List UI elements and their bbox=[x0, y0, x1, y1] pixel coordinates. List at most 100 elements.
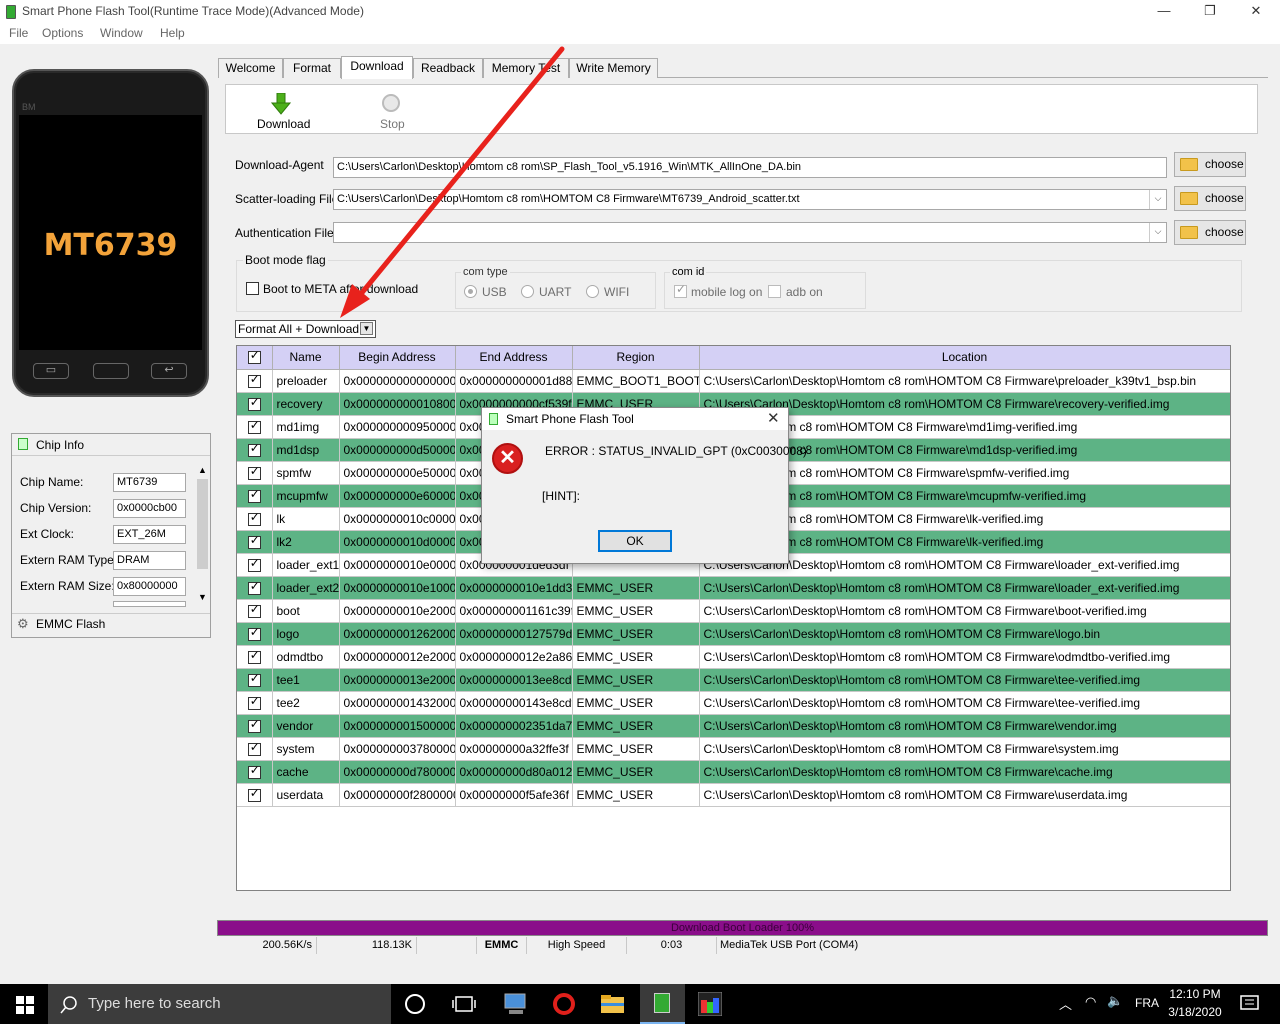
table-row[interactable]: ✓ odmdtbo 0x0000000012e20000 0x0000000012e2… bbox=[237, 645, 1230, 669]
table-row[interactable]: ✓ system 0x0000000037800000 0x00000000a32ff… bbox=[237, 737, 1230, 761]
row-checkbox[interactable]: ✓ bbox=[247, 694, 261, 710]
mode-select[interactable]: Format All + Download bbox=[235, 320, 376, 338]
uart-radio[interactable] bbox=[521, 285, 534, 298]
tab-download[interactable]: Download bbox=[341, 56, 413, 79]
table-row[interactable]: ✓ loader_ext2 0x0000000010e10000 0x00000000… bbox=[237, 576, 1230, 600]
auth-field[interactable] bbox=[333, 222, 1167, 243]
table-row[interactable]: ✓ cache 0x00000000d7800000 0x00000000d80a01… bbox=[237, 760, 1230, 784]
table-row[interactable]: ✓ tee2 0x0000000014320000 0x00000000143e8cd… bbox=[237, 691, 1230, 715]
row-checkbox-cell[interactable]: ✓ bbox=[237, 530, 273, 554]
wifi-icon[interactable]: ◠ bbox=[1085, 994, 1096, 1010]
cortana-icon[interactable] bbox=[405, 994, 425, 1014]
menu-file[interactable]: File bbox=[9, 26, 28, 40]
row-checkbox[interactable]: ✓ bbox=[247, 487, 261, 503]
download-button[interactable]: Download bbox=[257, 117, 310, 131]
row-checkbox-cell[interactable]: ✓ bbox=[237, 691, 273, 715]
row-checkbox-cell[interactable]: ✓ bbox=[237, 484, 273, 508]
row-checkbox[interactable]: ✓ bbox=[247, 602, 261, 618]
network-app-icon[interactable] bbox=[503, 992, 527, 1016]
col-name[interactable]: Name bbox=[272, 346, 340, 370]
row-checkbox[interactable]: ✓ bbox=[247, 671, 261, 687]
table-row[interactable]: ✓ vendor 0x0000000015000000 0x000000002351d… bbox=[237, 714, 1230, 738]
chip-info-scroll-thumb[interactable] bbox=[197, 479, 208, 569]
row-checkbox[interactable]: ✓ bbox=[247, 740, 261, 756]
row-checkbox[interactable]: ✓ bbox=[247, 533, 261, 549]
dialog-close-icon[interactable]: ✕ bbox=[767, 409, 780, 427]
table-row[interactable]: ✓ preloader 0x0000000000000000 0x0000000000… bbox=[237, 369, 1230, 393]
row-checkbox-cell[interactable]: ✓ bbox=[237, 760, 273, 784]
col-begin[interactable]: Begin Address bbox=[339, 346, 456, 370]
row-checkbox[interactable]: ✓ bbox=[247, 418, 261, 434]
tab-readback[interactable]: Readback bbox=[413, 58, 483, 78]
row-checkbox-cell[interactable]: ✓ bbox=[237, 553, 273, 577]
row-checkbox[interactable]: ✓ bbox=[247, 441, 261, 457]
row-checkbox[interactable]: ✓ bbox=[247, 717, 261, 733]
table-row[interactable]: ✓ userdata 0x00000000f2800000 0x00000000f5a… bbox=[237, 783, 1230, 807]
close-button[interactable]: ✕ bbox=[1233, 0, 1279, 24]
row-checkbox-cell[interactable]: ✓ bbox=[237, 576, 273, 600]
search-placeholder[interactable]: Type here to search bbox=[88, 995, 221, 1012]
table-row[interactable]: ✓ logo 0x0000000012620000 0x00000000127579d… bbox=[237, 622, 1230, 646]
wifi-radio[interactable] bbox=[586, 285, 599, 298]
table-row[interactable]: ✓ tee1 0x0000000013e20000 0x0000000013ee8cd… bbox=[237, 668, 1230, 692]
minimize-button[interactable]: — bbox=[1141, 0, 1187, 24]
notification-icon[interactable] bbox=[1240, 994, 1260, 1014]
mode-dropdown-icon[interactable]: ▼ bbox=[360, 322, 373, 335]
tray-date[interactable]: 3/18/2020 bbox=[1162, 1005, 1228, 1019]
tab-welcome[interactable]: Welcome bbox=[218, 58, 283, 78]
col-region[interactable]: Region bbox=[572, 346, 700, 370]
download-arrow-icon[interactable] bbox=[271, 93, 291, 115]
task-view-icon[interactable] bbox=[452, 992, 476, 1016]
col-location[interactable]: Location bbox=[699, 346, 1230, 370]
row-checkbox-cell[interactable]: ✓ bbox=[237, 783, 273, 807]
row-checkbox-cell[interactable]: ✓ bbox=[237, 599, 273, 623]
menu-window[interactable]: Window bbox=[100, 26, 143, 40]
row-checkbox-cell[interactable]: ✓ bbox=[237, 415, 273, 439]
boot-meta-checkbox[interactable] bbox=[246, 282, 259, 295]
windows-start-icon[interactable] bbox=[16, 996, 34, 1014]
maximize-button[interactable]: ❐ bbox=[1187, 0, 1233, 24]
scatter-dropdown-icon[interactable]: ⌵ bbox=[1149, 190, 1166, 209]
row-checkbox-cell[interactable]: ✓ bbox=[237, 461, 273, 485]
row-checkbox-cell[interactable]: ✓ bbox=[237, 737, 273, 761]
row-checkbox-cell[interactable]: ✓ bbox=[237, 645, 273, 669]
tab-memory-test[interactable]: Memory Test bbox=[483, 58, 569, 78]
row-checkbox-cell[interactable]: ✓ bbox=[237, 622, 273, 646]
col-end[interactable]: End Address bbox=[455, 346, 573, 370]
stop-button[interactable]: Stop bbox=[380, 117, 405, 131]
row-checkbox[interactable]: ✓ bbox=[247, 579, 261, 595]
table-row[interactable]: ✓ boot 0x0000000010e20000 0x000000001161c39… bbox=[237, 599, 1230, 623]
volume-icon[interactable]: 🔈 bbox=[1107, 993, 1123, 1009]
stop-icon[interactable] bbox=[382, 94, 400, 112]
opera-icon[interactable] bbox=[553, 993, 575, 1015]
row-checkbox-cell[interactable]: ✓ bbox=[237, 369, 273, 393]
tab-write-memory[interactable]: Write Memory bbox=[569, 58, 658, 78]
menu-help[interactable]: Help bbox=[160, 26, 185, 40]
auth-dropdown-icon[interactable]: ⌵ bbox=[1149, 223, 1166, 242]
row-checkbox-cell[interactable]: ✓ bbox=[237, 438, 273, 462]
row-checkbox[interactable]: ✓ bbox=[247, 372, 261, 388]
row-checkbox[interactable]: ✓ bbox=[247, 510, 261, 526]
select-all-header[interactable]: ✓ bbox=[237, 346, 273, 370]
row-checkbox-cell[interactable]: ✓ bbox=[237, 668, 273, 692]
select-all-checkbox[interactable]: ✓ bbox=[247, 348, 261, 365]
row-checkbox[interactable]: ✓ bbox=[247, 625, 261, 641]
usb-radio[interactable] bbox=[464, 285, 477, 298]
download-agent-field[interactable]: C:\Users\Carlon\Desktop\Homtom c8 rom\SP… bbox=[333, 157, 1167, 178]
mobile-log-checkbox[interactable]: ✓ bbox=[674, 282, 687, 298]
dialog-ok-button[interactable]: OK bbox=[598, 530, 672, 552]
menu-options[interactable]: Options bbox=[42, 26, 83, 40]
row-checkbox-cell[interactable]: ✓ bbox=[237, 507, 273, 531]
row-checkbox[interactable]: ✓ bbox=[247, 786, 261, 802]
row-checkbox[interactable]: ✓ bbox=[247, 763, 261, 779]
tray-time[interactable]: 12:10 PM bbox=[1162, 987, 1228, 1001]
row-checkbox-cell[interactable]: ✓ bbox=[237, 392, 273, 416]
row-checkbox[interactable]: ✓ bbox=[247, 464, 261, 480]
adb-checkbox[interactable] bbox=[768, 285, 781, 298]
tray-chevron-icon[interactable]: ︿ bbox=[1059, 994, 1072, 1013]
scroll-down-icon[interactable]: ▼ bbox=[198, 592, 207, 602]
row-checkbox[interactable]: ✓ bbox=[247, 556, 261, 572]
studio-icon[interactable] bbox=[698, 992, 722, 1016]
file-explorer-icon[interactable] bbox=[600, 992, 624, 1016]
scatter-field[interactable]: C:\Users\Carlon\Desktop\Homtom c8 rom\HO… bbox=[333, 189, 1167, 210]
